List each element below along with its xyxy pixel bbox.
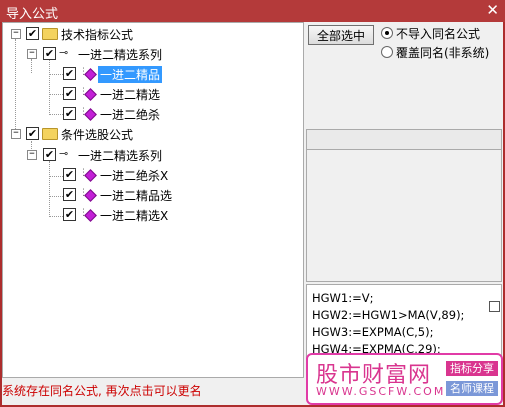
code-line: HGW3:=EXPMA(C,5);	[312, 325, 434, 339]
status-message: 系统存在同名公式, 再次点击可以更名	[2, 384, 202, 398]
tree-item[interactable]: ✔ ⋮ 一进二精选X	[3, 207, 303, 225]
tree-series[interactable]: − ✔ ⊸ 一进二精选系列	[3, 46, 303, 64]
item-checkbox[interactable]: ✔	[63, 87, 76, 100]
tree-item[interactable]: ✔ ⋮ 一进二绝杀	[3, 106, 303, 124]
tree-item[interactable]: ✔ ⋮ 一进二精品	[3, 66, 303, 84]
item-checkbox[interactable]: ✔	[63, 107, 76, 120]
tree-item[interactable]: ✔ ⋮ 一进二精品选	[3, 187, 303, 205]
item-label[interactable]: 一进二精品选	[100, 187, 172, 204]
group-label: 条件选股公式	[61, 128, 134, 142]
item-checkbox[interactable]: ✔	[63, 188, 76, 201]
title-bar[interactable]: 导入公式 ✕	[0, 0, 505, 22]
item-label[interactable]: 一进二绝杀X	[100, 167, 168, 184]
tree-group[interactable]: − ✔ 条件选股公式	[3, 126, 303, 144]
formula-tree[interactable]: − ✔ 技术指标公式 − ✔ ⊸ 一进二精选系列 ✔ ⋮ 一进二精品 ✔ ⋮ 一…	[2, 22, 304, 378]
description-panel	[306, 149, 502, 282]
import-formula-window: 导入公式 ✕ − ✔ 技术指标公式 − ✔ ⊸ 一进二精选系列 ✔ ⋮ 一进二精…	[0, 0, 505, 407]
radio-skip-duplicates-label: 不导入同名公式	[396, 27, 481, 41]
key-icon: ⊸	[59, 147, 69, 160]
watermark-logo: 股市财富网 WWW.GSCFW.COM 指标分享 名师课程	[306, 353, 503, 405]
tree-item[interactable]: ✔ ⋮ 一进二精选	[3, 86, 303, 104]
radio-overwrite-duplicates[interactable]	[381, 46, 393, 58]
collapse-toggle[interactable]: −	[11, 29, 21, 39]
item-label[interactable]: 一进二绝杀	[100, 106, 160, 123]
series-label: 一进二精选系列	[78, 149, 163, 163]
series-label: 一进二精选系列	[78, 48, 163, 62]
collapse-toggle[interactable]: −	[11, 129, 21, 139]
folder-icon	[42, 28, 58, 40]
item-label[interactable]: 一进二精选	[100, 86, 160, 103]
code-line: HGW2:=HGW1>MA(V,89);	[312, 308, 465, 322]
item-checkbox[interactable]: ✔	[63, 168, 76, 181]
dialog-client: − ✔ 技术指标公式 − ✔ ⊸ 一进二精选系列 ✔ ⋮ 一进二精品 ✔ ⋮ 一…	[2, 22, 503, 405]
watermark-url: WWW.GSCFW.COM	[316, 385, 446, 398]
folder-icon	[42, 128, 58, 140]
group-checkbox[interactable]: ✔	[26, 127, 39, 140]
watermark-tag-share: 指标分享	[446, 361, 498, 376]
item-label[interactable]: 一进二精选X	[100, 207, 168, 224]
tree-item[interactable]: ✔ ⋮ 一进二绝杀X	[3, 167, 303, 185]
group-checkbox[interactable]: ✔	[26, 27, 39, 40]
key-icon: ⊸	[59, 46, 69, 59]
series-checkbox[interactable]: ✔	[43, 47, 56, 60]
radio-skip-duplicates[interactable]	[381, 27, 393, 39]
select-all-button[interactable]: 全部选中	[308, 25, 374, 45]
series-checkbox[interactable]: ✔	[43, 148, 56, 161]
item-checkbox[interactable]: ✔	[63, 67, 76, 80]
collapse-toggle[interactable]: −	[27, 150, 37, 160]
code-checkbox[interactable]	[489, 301, 500, 312]
close-icon[interactable]: ✕	[486, 1, 499, 19]
group-label: 技术指标公式	[61, 28, 134, 42]
code-line: HGW1:=V;	[312, 291, 374, 305]
item-checkbox[interactable]: ✔	[63, 208, 76, 221]
collapse-toggle[interactable]: −	[27, 49, 37, 59]
window-title: 导入公式	[6, 7, 59, 22]
watermark-tag-course: 名师课程	[446, 381, 498, 396]
radio-overwrite-duplicates-label: 覆盖同名(非系统)	[396, 46, 490, 60]
tree-group[interactable]: − ✔ 技术指标公式	[3, 26, 303, 44]
tree-series[interactable]: − ✔ ⊸ 一进二精选系列	[3, 147, 303, 165]
item-label-selected[interactable]: 一进二精品	[98, 66, 163, 83]
